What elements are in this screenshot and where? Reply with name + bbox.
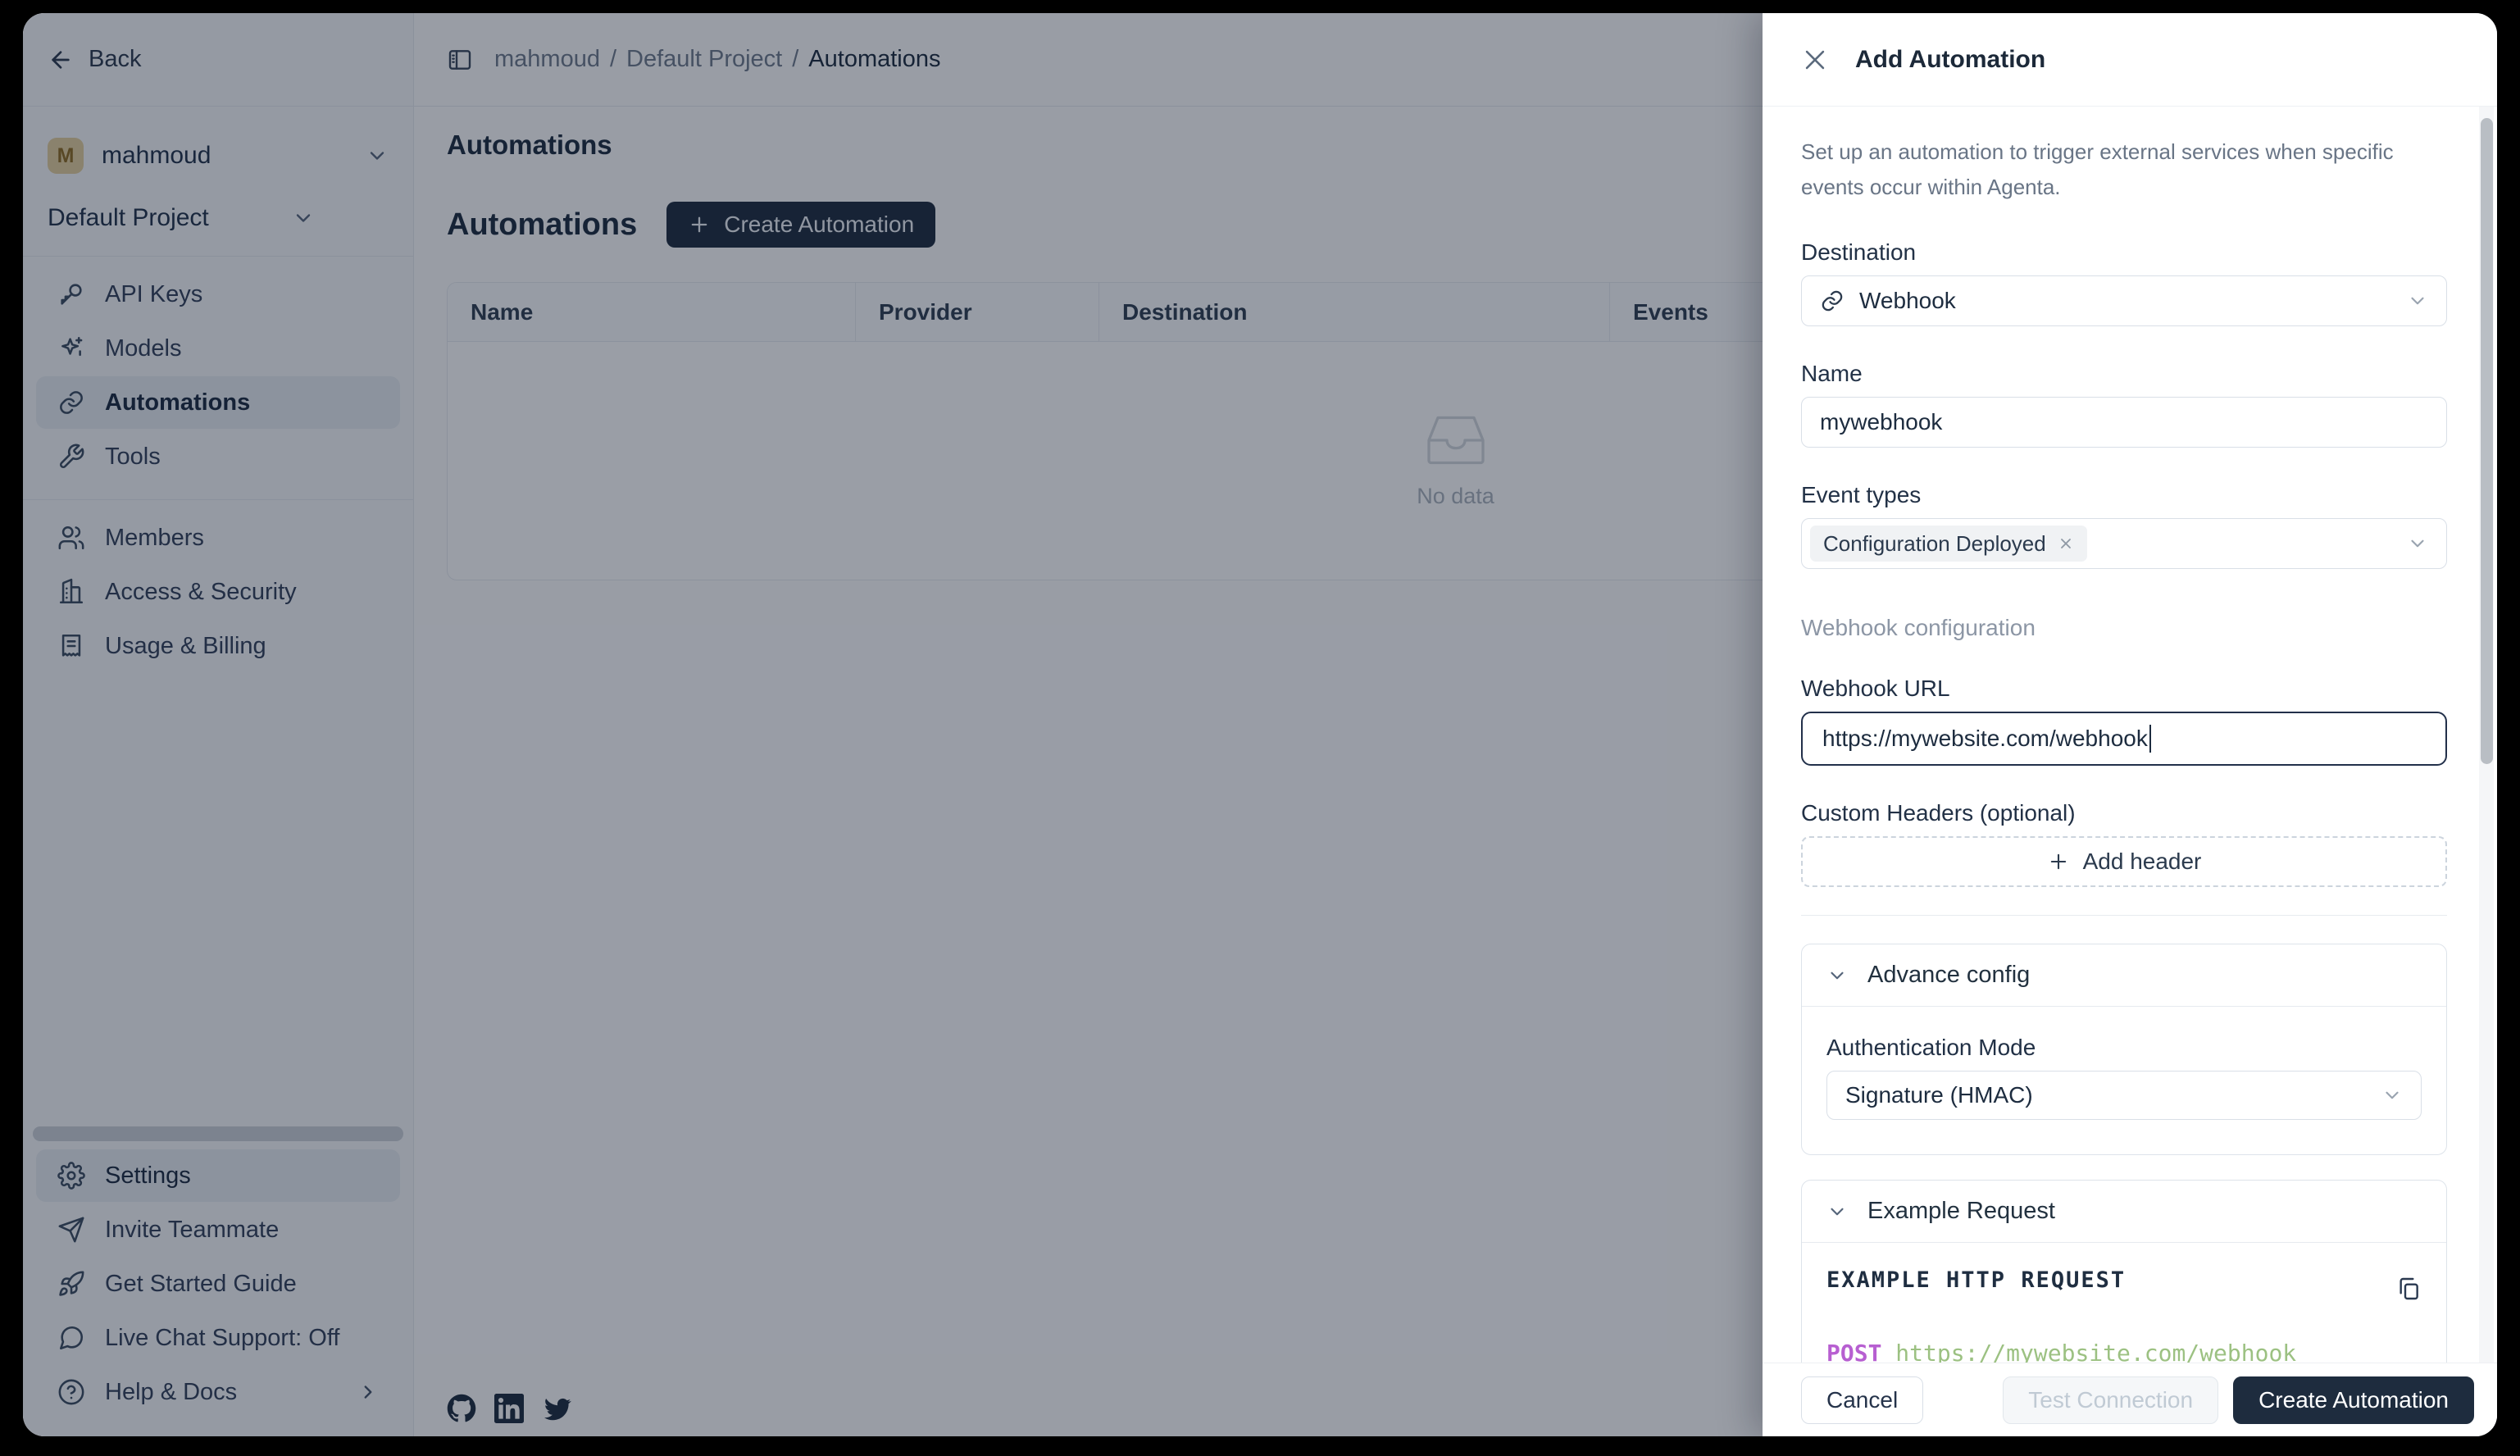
event-type-tag: Configuration Deployed [1810,526,2087,562]
auth-mode-value: Signature (HMAC) [1845,1082,2381,1108]
close-icon[interactable] [1801,46,1829,74]
request-url: https://mywebsite.com/webhook [1895,1340,2296,1363]
create-automation-submit-button[interactable]: Create Automation [2233,1376,2474,1424]
webhook-url-input[interactable]: https://mywebsite.com/webhook [1801,712,2447,766]
code-request-line: POST https://mywebsite.com/webhook [1826,1340,2422,1363]
webhook-url-label: Webhook URL [1801,676,2447,702]
example-request-panel: Example Request EXAMPLE HTTP REQUEST POS… [1801,1180,2447,1363]
chevron-down-icon [2381,1085,2403,1106]
name-input[interactable]: mywebhook [1801,397,2447,448]
http-method: POST [1826,1340,1881,1363]
divider [1801,915,2447,916]
cancel-button[interactable]: Cancel [1801,1376,1923,1424]
event-types-select[interactable]: Configuration Deployed [1801,518,2447,569]
drawer-footer: Cancel Test Connection Create Automation [1763,1363,2497,1436]
destination-select[interactable]: Webhook [1801,275,2447,326]
webhook-config-heading: Webhook configuration [1801,615,2447,641]
drawer-scrollbar-thumb[interactable] [2481,118,2493,764]
advance-config-header[interactable]: Advance config [1802,944,2446,1007]
destination-value: Webhook [1859,288,2407,314]
tag-close-icon[interactable] [2058,535,2074,552]
code-block-title: EXAMPLE HTTP REQUEST [1826,1267,2126,1293]
auth-mode-select[interactable]: Signature (HMAC) [1826,1071,2422,1120]
event-types-label: Event types [1801,482,2447,508]
test-connection-button[interactable]: Test Connection [2003,1376,2218,1424]
example-request-title: Example Request [1867,1198,2055,1225]
auth-mode-label: Authentication Mode [1826,1035,2422,1061]
plus-icon [2047,850,2070,873]
copy-icon[interactable] [2395,1276,2422,1302]
event-type-tag-label: Configuration Deployed [1823,531,2046,557]
link-icon [1820,289,1845,313]
drawer-scrollbar-track[interactable] [2479,107,2494,1363]
destination-label: Destination [1801,239,2447,266]
webhook-url-value: https://mywebsite.com/webhook [1822,726,2148,752]
drawer-description: Set up an automation to trigger external… [1801,134,2432,205]
advance-config-title: Advance config [1867,962,2030,989]
name-value: mywebhook [1820,409,2428,435]
add-automation-drawer: Add Automation Set up an automation to t… [1763,13,2497,1436]
example-request-header[interactable]: Example Request [1802,1181,2446,1243]
chevron-down-icon [1826,965,1848,986]
name-label: Name [1801,361,2447,387]
chevron-down-icon [2407,533,2428,554]
add-header-label: Add header [2083,849,2202,875]
custom-headers-label: Custom Headers (optional) [1801,800,2447,826]
drawer-title: Add Automation [1855,46,2045,74]
chevron-down-icon [2407,290,2428,312]
text-cursor [2149,725,2152,753]
add-header-button[interactable]: Add header [1801,836,2447,887]
drawer-header: Add Automation [1763,13,2497,107]
drawer-body: Set up an automation to trigger external… [1763,107,2497,1363]
app-window: Back M mahmoud Default Project [23,13,2497,1436]
advance-config-panel: Advance config Authentication Mode Signa… [1801,944,2447,1155]
chevron-down-icon [1826,1201,1848,1222]
